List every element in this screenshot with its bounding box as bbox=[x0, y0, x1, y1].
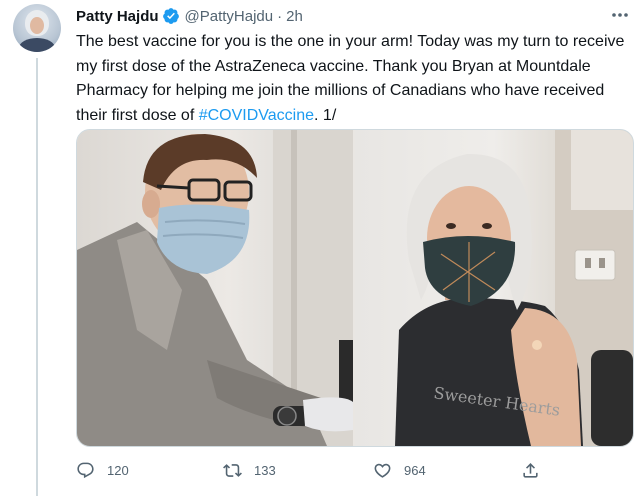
tweet-actions: 120 133 964 bbox=[76, 456, 556, 484]
like-button[interactable]: 964 bbox=[373, 461, 426, 480]
photo-pharmacist[interactable] bbox=[77, 130, 353, 446]
media-grid: Sweeter Hearts bbox=[76, 129, 634, 447]
retweet-icon bbox=[223, 463, 242, 477]
thread-line bbox=[36, 58, 38, 496]
timestamp[interactable]: 2h bbox=[286, 8, 303, 25]
reply-button[interactable]: 120 bbox=[76, 461, 129, 480]
author-name[interactable]: Patty Hajdu bbox=[76, 8, 159, 25]
heart-icon bbox=[374, 463, 391, 478]
tweet-header: Patty Hajdu @PattyHajdu · 2h bbox=[76, 5, 303, 27]
retweet-count: 133 bbox=[254, 462, 276, 478]
reply-count: 120 bbox=[107, 462, 129, 478]
more-options-icon[interactable] bbox=[610, 7, 630, 23]
hashtag-link[interactable]: #COVIDVaccine bbox=[199, 107, 314, 124]
photo-vaccinated-woman[interactable]: Sweeter Hearts bbox=[355, 130, 633, 446]
profile-avatar[interactable] bbox=[13, 4, 61, 52]
share-button[interactable] bbox=[521, 461, 540, 480]
retweet-button[interactable]: 133 bbox=[223, 461, 276, 480]
share-icon bbox=[523, 462, 538, 478]
verified-badge-icon bbox=[162, 7, 180, 25]
tweet-text: The best vaccine for you is the one in y… bbox=[76, 30, 628, 128]
reply-icon bbox=[77, 462, 94, 478]
tweet[interactable]: Patty Hajdu @PattyHajdu · 2h The best va… bbox=[0, 0, 644, 496]
separator-dot: · bbox=[277, 7, 283, 25]
like-count: 964 bbox=[404, 462, 426, 478]
tweet-text-body: The best vaccine for you is the one in y… bbox=[76, 33, 625, 124]
tweet-text-tail: . 1/ bbox=[314, 106, 337, 124]
author-handle[interactable]: @PattyHajdu bbox=[185, 8, 274, 25]
